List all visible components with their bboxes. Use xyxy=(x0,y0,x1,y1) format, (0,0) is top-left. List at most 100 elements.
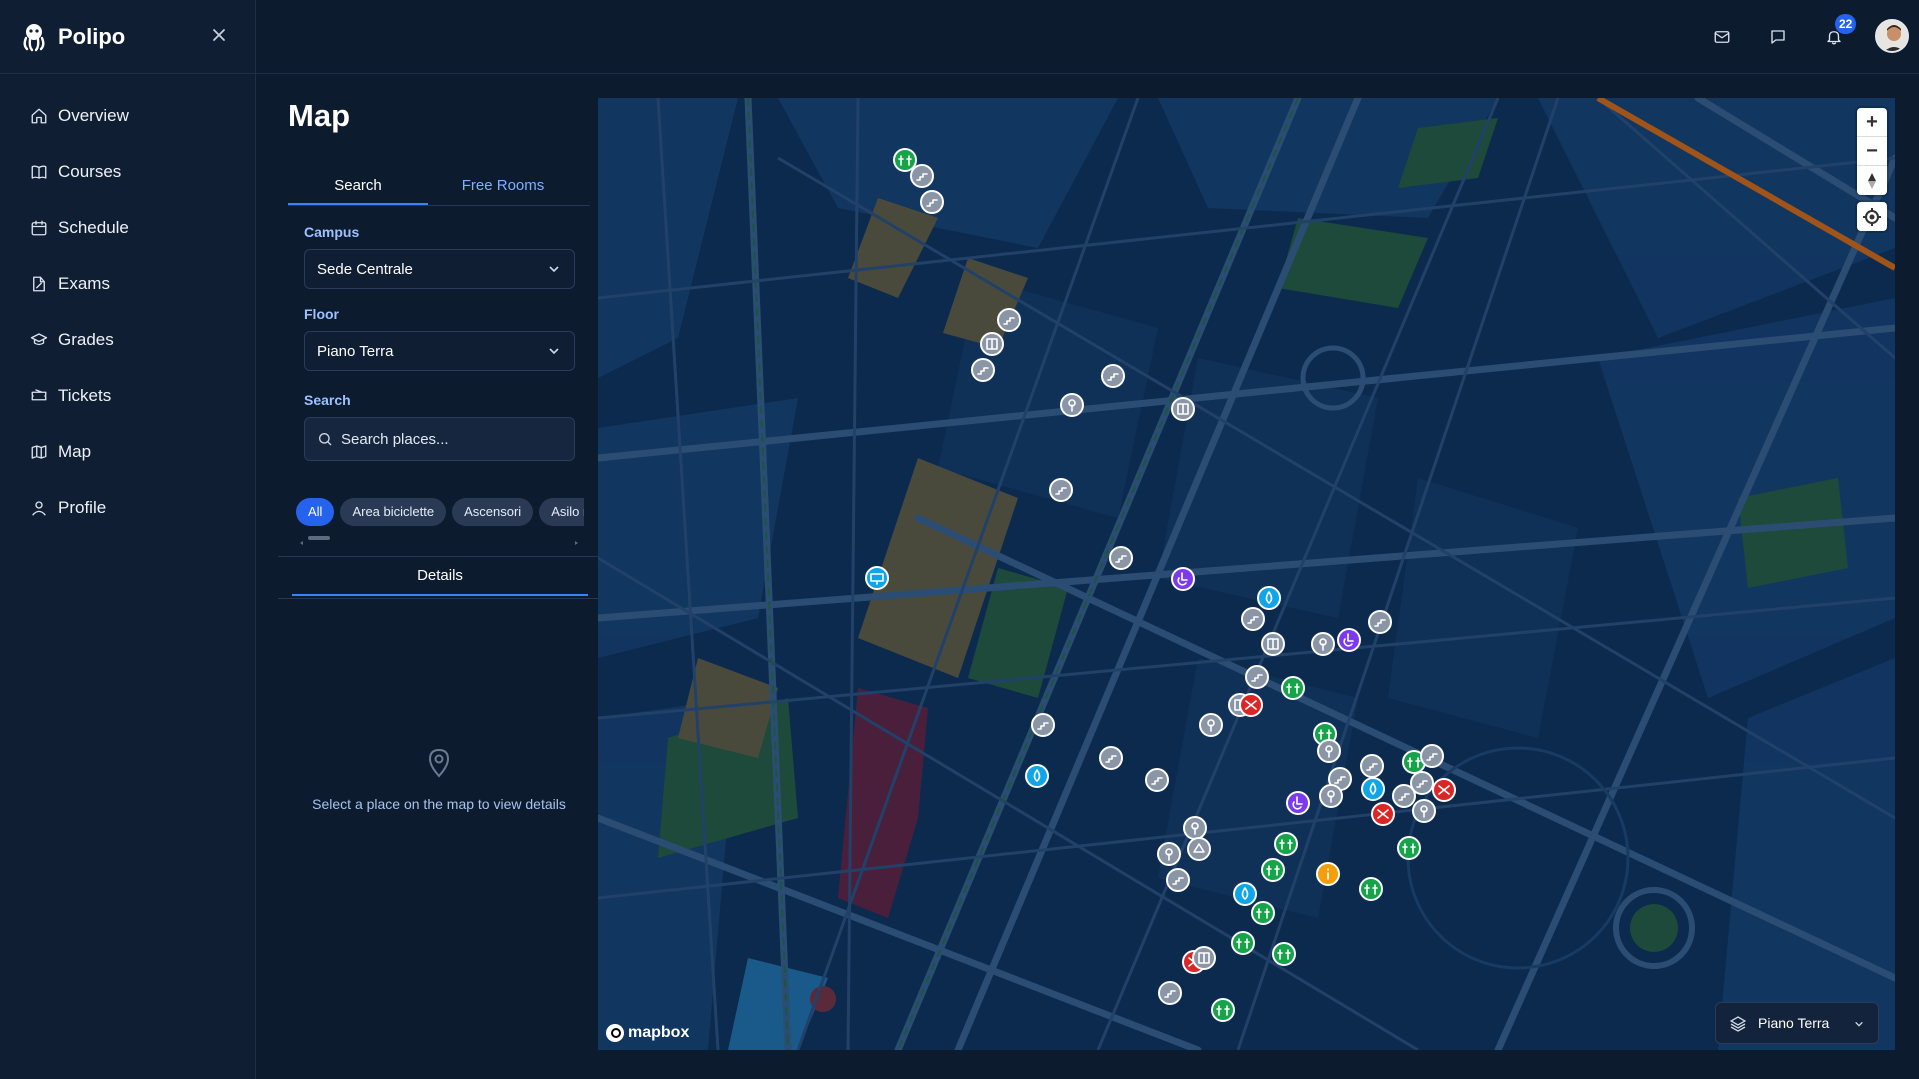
tab-search[interactable]: Search xyxy=(288,168,428,205)
stairs-marker[interactable] xyxy=(1368,610,1392,634)
octopus-logo-icon xyxy=(23,23,45,51)
sidebar-item-exams[interactable]: Exams xyxy=(0,256,255,312)
tab-free-rooms[interactable]: Free Rooms xyxy=(428,168,578,205)
close-sidebar-button[interactable] xyxy=(209,26,229,46)
first-aid-marker[interactable] xyxy=(1432,778,1456,802)
chips-scrollbar[interactable] xyxy=(298,534,580,545)
filter-chip-all[interactable]: All xyxy=(296,498,335,526)
sidebar-item-profile[interactable]: Profile xyxy=(0,480,255,536)
restroom-marker[interactable] xyxy=(1281,676,1305,700)
water-marker[interactable] xyxy=(1361,777,1385,801)
restroom-marker[interactable] xyxy=(1261,858,1285,882)
stairs-marker[interactable] xyxy=(1099,746,1123,770)
stairs-marker[interactable] xyxy=(1360,754,1384,778)
stairs-marker[interactable] xyxy=(1245,665,1269,689)
stairs-marker[interactable] xyxy=(1158,981,1182,1005)
stairs-marker[interactable] xyxy=(920,190,944,214)
elevator-marker[interactable] xyxy=(1261,632,1285,656)
map-floor-selector[interactable]: Piano Terra xyxy=(1715,1002,1879,1044)
restroom-marker[interactable] xyxy=(893,148,917,172)
notifications-button[interactable]: 22 xyxy=(1821,14,1857,50)
elevator-marker[interactable] xyxy=(1171,397,1195,421)
top-bar: 22 xyxy=(256,0,1919,74)
poi-marker[interactable] xyxy=(1319,784,1343,808)
elevator-marker[interactable] xyxy=(1192,946,1216,970)
sidebar-item-tickets[interactable]: Tickets xyxy=(0,368,255,424)
mail-button[interactable] xyxy=(1709,24,1735,50)
stairs-marker[interactable] xyxy=(1031,713,1055,737)
restroom-marker[interactable] xyxy=(1211,998,1235,1022)
zoom-out-button[interactable]: − xyxy=(1857,137,1887,166)
stairs-marker[interactable] xyxy=(1241,607,1265,631)
scrollbar-arrows xyxy=(300,541,578,545)
poi-marker[interactable] xyxy=(1060,393,1084,417)
sidebar-item-map[interactable]: Map xyxy=(0,424,255,480)
poi-marker[interactable] xyxy=(1157,842,1181,866)
accessible-marker[interactable] xyxy=(1286,791,1310,815)
stairs-marker[interactable] xyxy=(1101,364,1125,388)
plus-icon: + xyxy=(1866,110,1878,133)
filter-chip-ascensori[interactable]: Ascensori xyxy=(452,498,534,526)
poi-marker[interactable] xyxy=(1317,739,1341,763)
empty-details-message: Select a place on the map to view detail… xyxy=(312,796,566,812)
restroom-marker[interactable] xyxy=(1397,836,1421,860)
avatar[interactable] xyxy=(1875,19,1909,53)
zoom-in-button[interactable]: + xyxy=(1857,108,1887,137)
stairs-marker[interactable] xyxy=(1109,546,1133,570)
chevron-down-icon xyxy=(1855,1021,1863,1027)
screen-marker[interactable] xyxy=(865,566,889,590)
crosshair-icon xyxy=(1863,207,1881,226)
filter-chip-asilo[interactable]: Asilo n xyxy=(539,498,584,526)
sidebar-item-label: Profile xyxy=(58,498,107,517)
mapbox-label: mapbox xyxy=(628,1024,690,1041)
stairs-marker[interactable] xyxy=(1166,868,1190,892)
water-marker[interactable] xyxy=(1025,764,1049,788)
recycle-marker[interactable] xyxy=(1187,837,1211,861)
tab-details[interactable]: Details xyxy=(292,558,588,596)
restroom-marker[interactable] xyxy=(1359,877,1383,901)
first-aid-marker[interactable] xyxy=(1371,802,1395,826)
poi-marker[interactable] xyxy=(1183,816,1207,840)
water-marker[interactable] xyxy=(1233,882,1257,906)
restroom-marker[interactable] xyxy=(1272,942,1296,966)
mapbox-attribution[interactable]: mapbox xyxy=(606,1024,689,1042)
filter-chips: AllArea bicicletteAscensoriAsilo n xyxy=(296,498,584,528)
info-marker[interactable] xyxy=(1316,862,1340,886)
stairs-marker[interactable] xyxy=(1145,768,1169,792)
map-canvas[interactable]: + − mapbox Piano Terra xyxy=(598,98,1895,1050)
restroom-marker[interactable] xyxy=(1231,931,1255,955)
floor-select[interactable]: Piano Terra xyxy=(304,331,575,371)
stairs-marker[interactable] xyxy=(971,358,995,382)
stairs-marker[interactable] xyxy=(910,164,934,188)
campus-label: Campus xyxy=(304,224,360,240)
sidebar-item-schedule[interactable]: Schedule xyxy=(0,200,255,256)
sidebar-item-overview[interactable]: Overview xyxy=(0,88,255,144)
scrollbar-thumb[interactable] xyxy=(308,536,330,540)
geolocate-button[interactable] xyxy=(1857,202,1887,231)
elevator-marker[interactable] xyxy=(980,332,1004,356)
accessible-marker[interactable] xyxy=(1337,628,1361,652)
poi-marker[interactable] xyxy=(1199,713,1223,737)
sidebar-item-courses[interactable]: Courses xyxy=(0,144,255,200)
accessible-marker[interactable] xyxy=(1171,567,1195,591)
stairs-marker[interactable] xyxy=(1049,478,1073,502)
filter-chip-area-biciclette[interactable]: Area biciclette xyxy=(340,498,447,526)
stairs-marker[interactable] xyxy=(1410,771,1434,795)
poi-marker[interactable] xyxy=(1412,799,1436,823)
sidebar-item-grades[interactable]: Grades xyxy=(0,312,255,368)
edit-document-icon xyxy=(33,276,45,292)
restroom-marker[interactable] xyxy=(1274,832,1298,856)
avatar-image xyxy=(1877,21,1907,51)
compass-button[interactable] xyxy=(1857,166,1887,195)
sidebar-item-label: Grades xyxy=(58,330,114,349)
stairs-marker[interactable] xyxy=(997,308,1021,332)
water-marker[interactable] xyxy=(1257,586,1281,610)
poi-marker[interactable] xyxy=(1311,632,1335,656)
search-input[interactable] xyxy=(341,430,561,448)
campus-select[interactable]: Sede Centrale xyxy=(304,249,575,289)
map-markers-layer xyxy=(865,148,1456,1022)
stairs-marker[interactable] xyxy=(1420,744,1444,768)
restroom-marker[interactable] xyxy=(1251,901,1275,925)
first-aid-marker[interactable] xyxy=(1239,693,1263,717)
messages-button[interactable] xyxy=(1765,24,1791,50)
